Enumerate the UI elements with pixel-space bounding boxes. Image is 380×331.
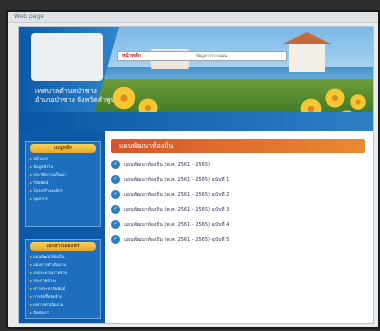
breadcrumb-text: ข้อมูลการวางแผน: [196, 53, 228, 58]
document-row[interactable]: ✓ แผนพัฒนาท้องถิ่น (พ.ศ. 2561 - 2565) ฉบ…: [111, 174, 365, 185]
document-link[interactable]: แผนพัฒนาท้องถิ่น (พ.ศ. 2561 - 2565) ฉบับ…: [124, 221, 229, 229]
sidebar-item[interactable]: หน้าแรก: [30, 155, 96, 162]
header-bottom-band: [19, 112, 373, 131]
document-link[interactable]: แผนพัฒนาท้องถิ่น (พ.ศ. 2561 - 2565) ฉบับ…: [124, 236, 229, 244]
document-icon: ✓: [111, 160, 120, 169]
sidebar-main-menu-title: เมนูหลัก: [30, 144, 96, 153]
document-icon: ✓: [111, 190, 120, 199]
site-header: เทศบาลตำบลป่าซาง อำเภอป่าซาง จังหวัดลำพู…: [19, 27, 373, 131]
sidebar-doc-item[interactable]: แผนพัฒนาท้องถิ่น: [30, 253, 96, 260]
document-row[interactable]: ✓ แผนพัฒนาท้องถิ่น (พ.ศ. 2561 - 2565) ฉบ…: [111, 189, 365, 200]
document-link[interactable]: แผนพัฒนาท้องถิ่น (พ.ศ. 2561 - 2565) ฉบับ…: [124, 206, 229, 214]
sidebar-doc-item[interactable]: ข่าวประชาสัมพันธ์: [30, 285, 96, 292]
browser-titlebar: Web page: [8, 12, 378, 23]
flower-icon: [111, 85, 137, 111]
section-header: แผนพัฒนาท้องถิ่น: [111, 139, 365, 153]
sidebar-item[interactable]: โครงสร้างองค์กร: [30, 187, 96, 194]
breadcrumb-bar: หน้าหลัก ข้อมูลการวางแผน: [117, 51, 287, 61]
sidebar-doc-item[interactable]: ประกาศต่างๆ: [30, 277, 96, 284]
sidebar-item[interactable]: บุคลากร: [30, 195, 96, 202]
browser-title: Web page: [14, 13, 44, 20]
breadcrumb-home-link[interactable]: หน้าหลัก: [122, 52, 141, 60]
sidebar-item[interactable]: ประวัติความเป็นมา: [30, 171, 96, 178]
sidebar-documents-title: เอกสารเผยแพร่: [30, 242, 96, 251]
sidebar-doc-item[interactable]: ผลการดำเนินงาน: [30, 301, 96, 308]
sidebar: เมนูหลัก หน้าแรก ข้อมูลทั่วไป ประวัติควา…: [19, 131, 105, 323]
document-row[interactable]: ✓ แผนพัฒนาท้องถิ่น (พ.ศ. 2561 - 2565) ฉบ…: [111, 234, 365, 245]
sidebar-item[interactable]: วิสัยทัศน์: [30, 179, 96, 186]
header-logo-panel: [31, 33, 103, 81]
document-row[interactable]: ✓ แผนพัฒนาท้องถิ่น (พ.ศ. 2561 - 2565): [111, 159, 365, 170]
document-list: ✓ แผนพัฒนาท้องถิ่น (พ.ศ. 2561 - 2565) ✓ …: [111, 159, 365, 249]
document-link[interactable]: แผนพัฒนาท้องถิ่น (พ.ศ. 2561 - 2565) ฉบับ…: [124, 176, 229, 184]
document-icon: ✓: [111, 235, 120, 244]
sidebar-documents-menu: เอกสารเผยแพร่ แผนพัฒนาท้องถิ่น แผนการดำเ…: [25, 239, 101, 319]
main-content: แผนพัฒนาท้องถิ่น ✓ แผนพัฒนาท้องถิ่น (พ.ศ…: [105, 131, 373, 323]
photo-background: Web page เทศบาลตำบลป่าซาง อำเภอป่าซาง จั…: [0, 0, 380, 331]
sidebar-doc-item[interactable]: การจัดซื้อจัดจ้าง: [30, 293, 96, 300]
section-title: แผนพัฒนาท้องถิ่น: [119, 142, 174, 150]
flower-icon: [324, 87, 346, 109]
sidebar-item[interactable]: ข้อมูลทั่วไป: [30, 163, 96, 170]
document-link[interactable]: แผนพัฒนาท้องถิ่น (พ.ศ. 2561 - 2565) ฉบับ…: [124, 191, 229, 199]
document-row[interactable]: ✓ แผนพัฒนาท้องถิ่น (พ.ศ. 2561 - 2565) ฉบ…: [111, 204, 365, 215]
document-link[interactable]: แผนพัฒนาท้องถิ่น (พ.ศ. 2561 - 2565): [124, 161, 210, 169]
header-temple: [283, 32, 331, 72]
document-icon: ✓: [111, 175, 120, 184]
sidebar-main-menu: เมนูหลัก หน้าแรก ข้อมูลทั่วไป ประวัติควา…: [25, 141, 101, 227]
monitor-screen: Web page เทศบาลตำบลป่าซาง อำเภอป่าซาง จั…: [6, 10, 380, 329]
document-icon: ✓: [111, 220, 120, 229]
sidebar-doc-item[interactable]: แผนการดำเนินงาน: [30, 261, 96, 268]
flower-icon: [349, 93, 367, 111]
sidebar-doc-item[interactable]: ติดต่อเรา: [30, 309, 96, 316]
web-page: เทศบาลตำบลป่าซาง อำเภอป่าซาง จังหวัดลำพู…: [18, 26, 374, 324]
document-icon: ✓: [111, 205, 120, 214]
sidebar-doc-item[interactable]: งบประมาณรายจ่าย: [30, 269, 96, 276]
document-row[interactable]: ✓ แผนพัฒนาท้องถิ่น (พ.ศ. 2561 - 2565) ฉบ…: [111, 219, 365, 230]
